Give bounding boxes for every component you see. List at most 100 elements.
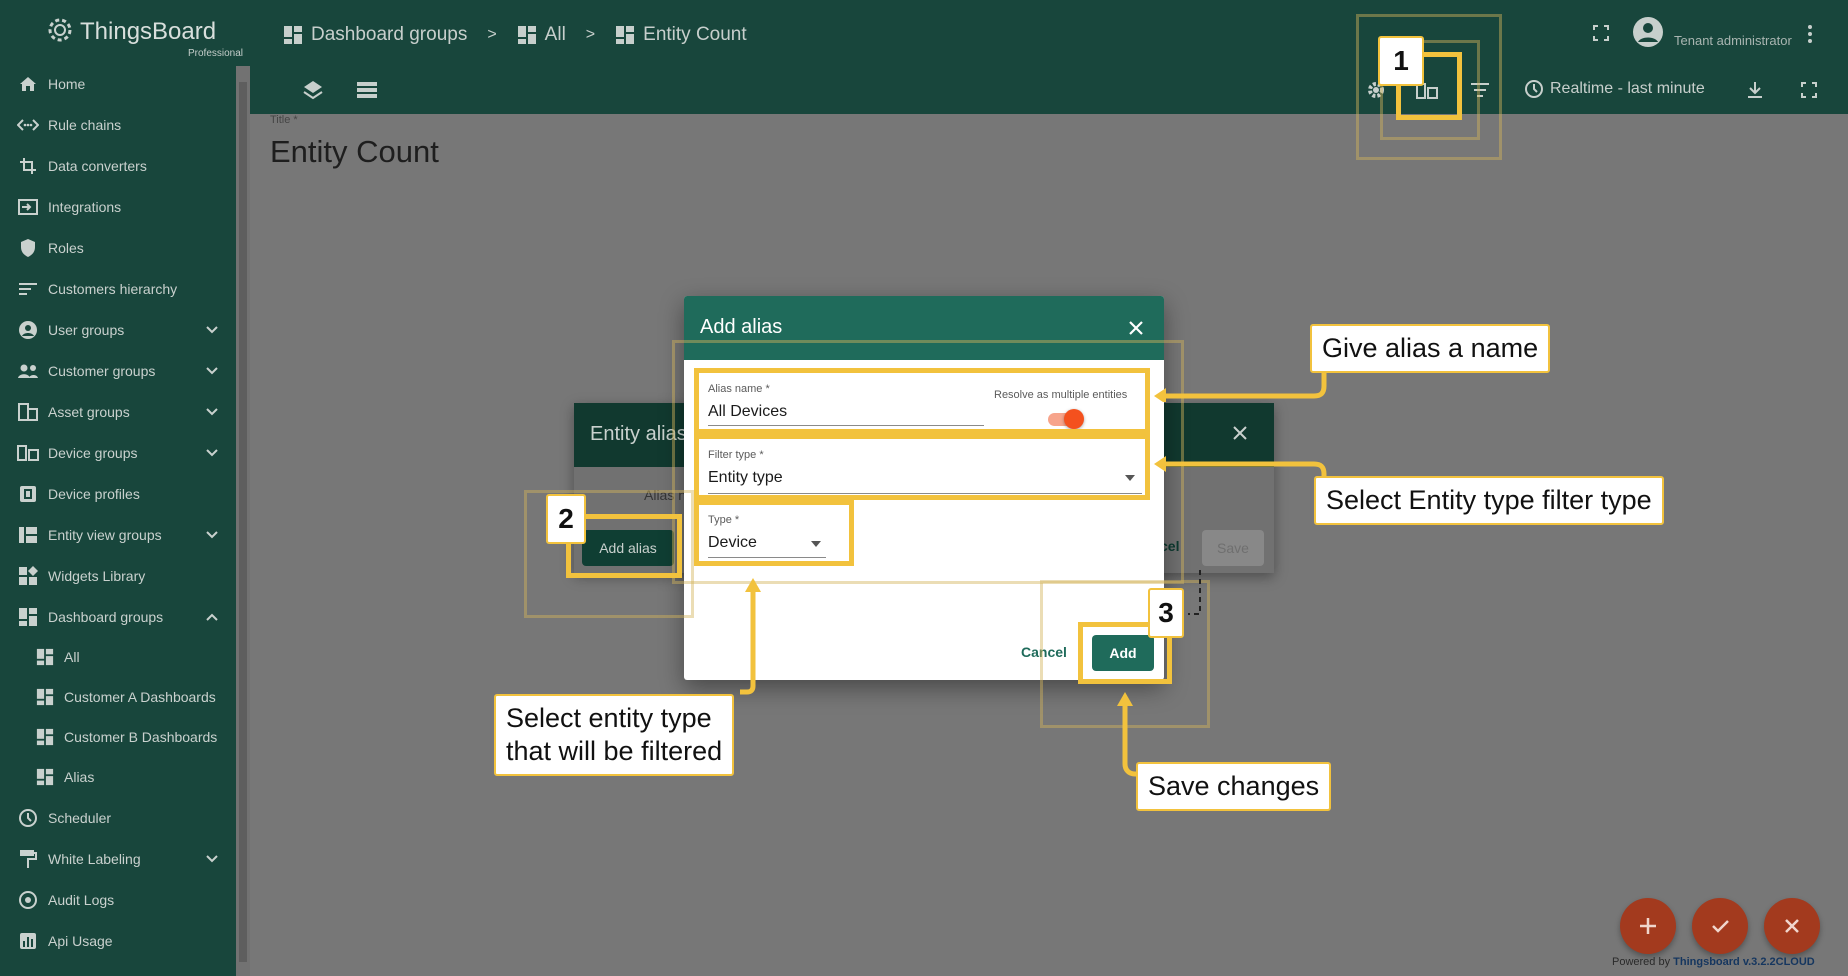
sidebar-item-widgets-library[interactable]: Widgets Library (0, 558, 236, 594)
title-field-label: Title * (270, 114, 298, 126)
callout-save-changes: Save changes (1136, 762, 1332, 811)
check-icon (1712, 920, 1729, 933)
expand-icon[interactable] (1800, 81, 1818, 99)
customer-groups-icon (17, 360, 39, 382)
sidebar-item-dashboard-groups[interactable]: Dashboard groups (0, 599, 236, 635)
sidebar-item-all[interactable]: All (0, 639, 236, 675)
sidebar-item-scheduler[interactable]: Scheduler (0, 800, 236, 836)
sidebar-item-api-usage[interactable]: Api Usage (0, 923, 236, 959)
sidebar-item-data-converters[interactable]: Data converters (0, 148, 236, 184)
powered-by-link[interactable]: Thingsboard v.3.2.2CLOUD (1673, 956, 1815, 968)
close-icon[interactable] (1128, 320, 1144, 336)
dashboard-icon (34, 686, 56, 708)
sidebar-scroll-thumb[interactable] (239, 82, 247, 962)
fullscreen-icon[interactable] (1592, 24, 1610, 42)
breadcrumb-all[interactable]: All (517, 24, 566, 46)
dashed-connector (1188, 570, 1201, 615)
dashboard-icon (616, 26, 635, 44)
callout-select-entity: Select entity type that will be filtered (494, 694, 735, 776)
logo-name: ThingsBoard (80, 18, 217, 45)
arrow-select-entity (740, 578, 761, 695)
chevron-up-icon[interactable] (204, 609, 220, 625)
close-icon (1785, 919, 1799, 933)
layers-icon[interactable] (302, 79, 324, 101)
sidebar-item-customers-hierarchy[interactable]: Customers hierarchy (0, 271, 236, 307)
layouts-icon[interactable] (356, 81, 378, 99)
callout-select-entity-line2: that will be filtered (506, 736, 723, 766)
sidebar-item-integrations[interactable]: Integrations (0, 189, 236, 225)
dashboard-groups-icon (17, 606, 39, 628)
dashboard-icon (34, 646, 56, 668)
user-role: Tenant administrator (1674, 33, 1792, 48)
thingsboard-logo[interactable]: ThingsBoard Professional (40, 12, 243, 59)
dashboard-icon (34, 726, 56, 748)
clock-icon[interactable] (1524, 79, 1544, 99)
highlight-filter-type (694, 434, 1150, 500)
highlight-entity-type (694, 500, 854, 566)
sidebar-item-entity-view-groups[interactable]: Entity view groups (0, 517, 236, 553)
data-converters-icon (17, 155, 39, 177)
widgets-library-icon (17, 565, 39, 587)
rule-chains-icon (17, 114, 39, 136)
chevron-down-icon[interactable] (204, 851, 220, 867)
integrations-icon (17, 196, 39, 218)
breadcrumb-dashboard-groups[interactable]: Dashboard groups (283, 24, 467, 46)
close-icon[interactable] (1232, 425, 1248, 441)
callout-give-name: Give alias a name (1310, 324, 1551, 373)
roles-icon (17, 237, 39, 259)
timewindow-label[interactable]: Realtime - last minute (1550, 80, 1705, 98)
dashboard-icon (34, 766, 56, 788)
chevron-down-icon[interactable] (204, 445, 220, 461)
asset-groups-icon (17, 401, 39, 423)
account-icon[interactable] (1632, 16, 1664, 48)
fab-add-button[interactable] (1620, 898, 1676, 954)
sidebar-item-alias[interactable]: Alias (0, 759, 236, 795)
arrow-select-filter (1154, 456, 1327, 496)
device-profiles-icon (17, 483, 39, 505)
home-icon (17, 73, 39, 95)
add-alias-dialog-title: Add alias (700, 316, 783, 338)
sidebar-item-customer-b-dashboards[interactable]: Customer B Dashboards (0, 719, 236, 755)
sidebar-item-white-labeling[interactable]: White Labeling (0, 841, 236, 877)
step-badge-2: 2 (546, 494, 586, 544)
dashboard-icon (517, 26, 536, 44)
more-vert-icon[interactable] (1806, 24, 1814, 44)
device-groups-icon (17, 442, 39, 464)
breadcrumb-label: Dashboard groups (311, 24, 468, 45)
hierarchy-icon (17, 278, 39, 300)
powered-by-prefix: Powered by (1612, 956, 1671, 968)
breadcrumb-separator: > (585, 26, 596, 43)
chevron-down-icon[interactable] (204, 322, 220, 338)
fab-apply-button[interactable] (1692, 898, 1748, 954)
chevron-down-icon[interactable] (204, 527, 220, 543)
chevron-down-icon[interactable] (204, 404, 220, 420)
highlight-alias-name (694, 368, 1150, 434)
white-labeling-icon (17, 848, 39, 870)
sidebar-item-audit-logs[interactable]: Audit Logs (0, 882, 236, 918)
sidebar-item-device-profiles[interactable]: Device profiles (0, 476, 236, 512)
scheduler-icon (17, 807, 39, 829)
sidebar-item-home[interactable]: Home (0, 66, 236, 102)
fab-close-button[interactable] (1764, 898, 1820, 954)
breadcrumb-label: Entity Count (643, 24, 747, 45)
dashboard-title-input[interactable]: Entity Count (270, 134, 439, 170)
sidebar-item-roles[interactable]: Roles (0, 230, 236, 266)
sidebar-item-rule-chains[interactable]: Rule chains (0, 107, 236, 143)
api-usage-icon (17, 930, 39, 952)
breadcrumb-label: All (544, 24, 566, 45)
dashboard-icon (284, 26, 302, 44)
plus-icon (1640, 918, 1656, 934)
sidebar-item-device-groups[interactable]: Device groups (0, 435, 236, 471)
chevron-down-icon[interactable] (204, 363, 220, 379)
sidebar-item-customer-groups[interactable]: Customer groups (0, 353, 236, 389)
download-icon[interactable] (1746, 80, 1764, 100)
audit-logs-icon (17, 889, 39, 911)
user-groups-icon (17, 319, 39, 341)
sidebar-item-user-groups[interactable]: User groups (0, 312, 236, 348)
sidebar-item-asset-groups[interactable]: Asset groups (0, 394, 236, 430)
step-badge-3: 3 (1148, 588, 1184, 638)
breadcrumb-separator: > (487, 26, 497, 43)
step-badge-1: 1 (1378, 36, 1424, 86)
sidebar-item-customer-a-dashboards[interactable]: Customer A Dashboards (0, 679, 236, 715)
entity-aliases-save-button[interactable]: Save (1202, 530, 1264, 566)
